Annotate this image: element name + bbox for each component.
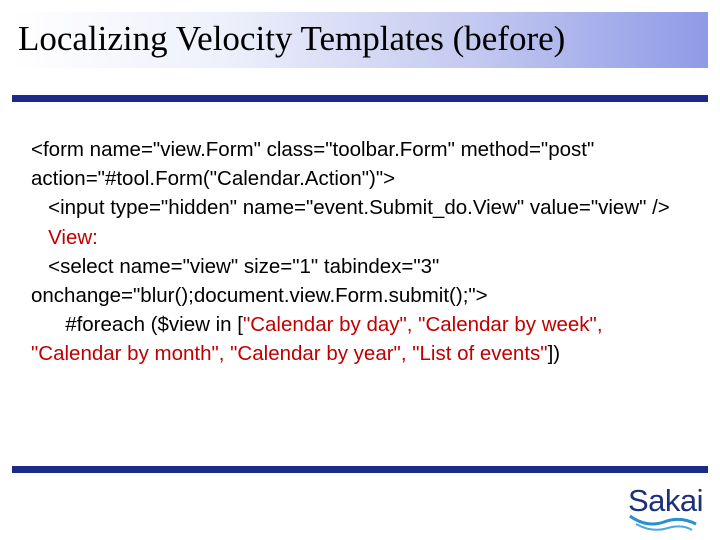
code-block: <form name="view.Form" class="toolbar.Fo… <box>31 135 671 369</box>
code-line-foreach: #foreach ($view in ["Calendar by day", "… <box>31 310 671 368</box>
bottom-divider <box>12 466 708 473</box>
foreach-prefix: #foreach ($view in [ <box>31 313 243 337</box>
sakai-logo: Sakai <box>628 484 704 532</box>
code-line-select: <select name="view" size="1" tabindex="3… <box>31 254 488 308</box>
code-line-form: <form name="view.Form" class="toolbar.Fo… <box>31 138 600 191</box>
code-line-input: <input type="hidden" name="event.Submit_… <box>31 196 670 220</box>
top-divider <box>12 95 708 102</box>
code-line-view-label: View: <box>31 225 98 249</box>
foreach-suffix: ]) <box>547 342 561 366</box>
title-bar: Localizing Velocity Templates (before) <box>12 12 708 68</box>
sakai-wave-icon <box>629 514 697 531</box>
slide-title: Localizing Velocity Templates (before) <box>18 19 566 58</box>
